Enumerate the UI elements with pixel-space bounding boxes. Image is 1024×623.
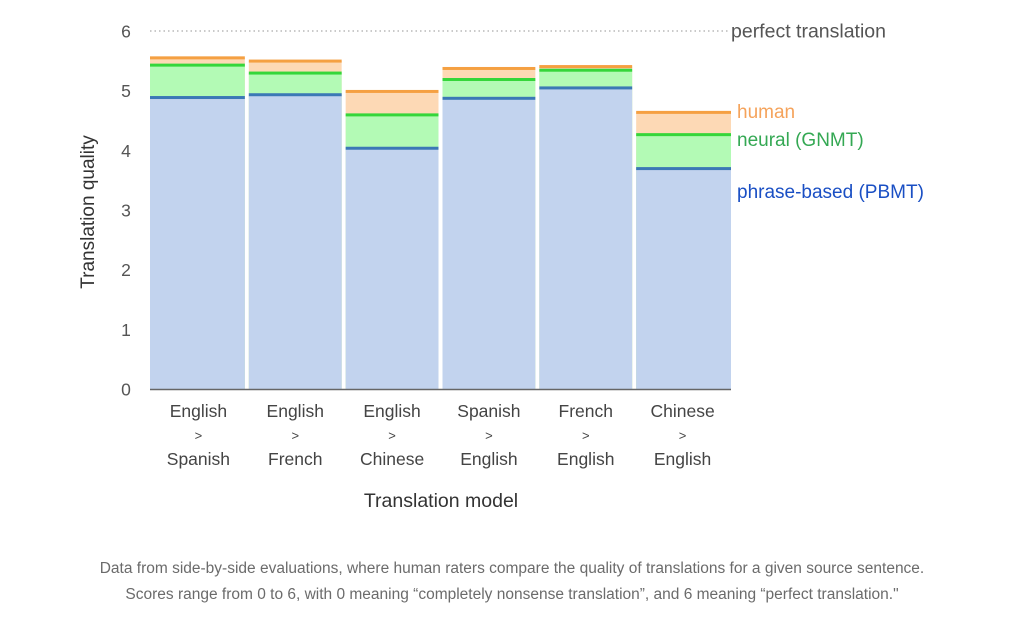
y-tick-label-5: 5 xyxy=(121,81,131,101)
x-tick-label-5-line-3: English xyxy=(557,449,614,469)
bar-top-line-gnmt-6 xyxy=(636,133,731,137)
bar-top-line-pbmt-3 xyxy=(345,146,439,150)
y-tick-label-3: 3 xyxy=(121,201,131,221)
y-tick-label-0: 0 xyxy=(121,380,131,400)
x-tick-label-1-line-3: Spanish xyxy=(167,449,230,469)
x-tick-label-2-line-3: French xyxy=(268,449,322,469)
x-tick-label-3-line-3: Chinese xyxy=(360,449,424,469)
x-tick-label-3-line-2: > xyxy=(388,428,396,443)
y-tick-label-4: 4 xyxy=(121,141,131,161)
x-tick-label-6-line-2: > xyxy=(679,428,687,443)
caption-line-1: Data from side-by-side evaluations, wher… xyxy=(99,560,925,577)
y-tick-label-1: 1 xyxy=(121,320,131,340)
bar-top-line-pbmt-4 xyxy=(442,96,536,100)
bar-pbmt-4 xyxy=(442,98,536,389)
bar-top-line-human-5 xyxy=(539,65,633,69)
x-tick-label-3-line-1: English xyxy=(363,401,420,421)
bars-group xyxy=(150,56,731,390)
legend-label-gnmt: neural (GNMT) xyxy=(737,130,864,151)
bar-pbmt-1 xyxy=(150,97,245,390)
translation-quality-chart: English > Spanish English > French English > Chi… xyxy=(78,21,924,513)
bar-top-line-gnmt-4 xyxy=(442,78,536,82)
bar-pbmt-2 xyxy=(248,94,342,389)
y-tick-label-6: 6 xyxy=(121,22,131,42)
y-tick-label-2: 2 xyxy=(121,260,131,280)
x-tick-label-2-line-1: English xyxy=(267,401,324,421)
bar-pbmt-6 xyxy=(636,168,731,389)
x-tick-label-1-line-1: English xyxy=(170,401,227,421)
bar-pbmt-3 xyxy=(345,148,439,389)
caption-line-2: Scores range from 0 to 6, with 0 meaning… xyxy=(125,586,899,603)
bar-top-line-pbmt-1 xyxy=(150,96,245,100)
x-tick-label-6-line-3: English xyxy=(654,449,711,469)
x-tick-label-4-line-2: > xyxy=(485,428,493,443)
legend-label-pbmt: phrase-based (PBMT) xyxy=(737,182,924,203)
x-tick-label-4-line-3: English xyxy=(460,449,517,469)
x-tick-label-1-line-2: > xyxy=(195,428,203,443)
bar-top-line-pbmt-2 xyxy=(248,93,342,97)
x-tick-label-2-line-2: > xyxy=(291,428,299,443)
legend-label-human: human xyxy=(737,102,795,123)
bar-top-line-gnmt-5 xyxy=(539,68,633,72)
y-axis-title: Translation quality xyxy=(78,135,99,289)
bar-top-line-human-6 xyxy=(636,110,731,114)
bar-top-line-human-4 xyxy=(442,66,536,70)
bar-top-line-human-2 xyxy=(248,59,342,63)
x-tick-label-5-line-2: > xyxy=(582,428,590,443)
bar-top-line-human-3 xyxy=(345,89,439,93)
bar-top-line-pbmt-5 xyxy=(539,86,633,90)
bar-pbmt-5 xyxy=(539,87,633,389)
reference-line-label: perfect translation xyxy=(731,21,886,43)
x-tick-label-5-line-1: French xyxy=(559,401,613,421)
bar-top-line-human-1 xyxy=(150,56,245,60)
bar-top-line-gnmt-2 xyxy=(248,71,342,75)
bar-top-line-gnmt-3 xyxy=(345,113,439,117)
bar-top-line-gnmt-1 xyxy=(150,63,245,67)
x-tick-label-4-line-1: Spanish xyxy=(457,401,520,421)
x-axis-title: Translation model xyxy=(364,490,518,512)
bar-top-line-pbmt-6 xyxy=(636,167,731,171)
figure-caption: Data from side-by-side evaluations, wher… xyxy=(0,556,1024,608)
x-tick-label-6-line-1: Chinese xyxy=(650,401,714,421)
